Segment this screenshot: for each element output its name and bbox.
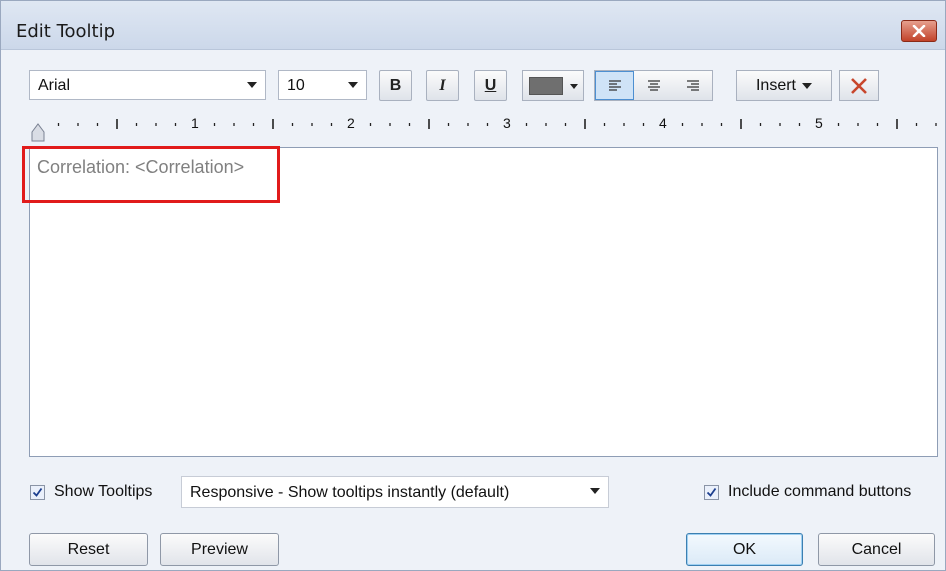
insert-label: Insert — [755, 76, 796, 94]
indent-marker-icon[interactable] — [31, 121, 45, 143]
insert-menu-button[interactable]: Insert — [736, 70, 832, 101]
align-center-button[interactable] — [634, 71, 673, 100]
ruler-ticks — [57, 119, 937, 129]
chevron-down-icon — [570, 84, 578, 89]
include-buttons-label: Include command buttons — [728, 483, 912, 500]
ruler-label: 3 — [503, 115, 511, 131]
chevron-down-icon — [348, 82, 358, 88]
color-swatch — [529, 77, 563, 95]
checkmark-icon — [706, 487, 717, 497]
show-tooltips-label: Show Tooltips — [54, 483, 153, 500]
dialog-title: Edit Tooltip — [16, 21, 116, 42]
reset-button[interactable]: Reset — [29, 533, 148, 566]
ruler-label: 4 — [659, 115, 667, 131]
tooltip-mode-select[interactable]: Responsive - Show tooltips instantly (de… — [181, 476, 609, 508]
delete-x-icon — [851, 77, 867, 94]
preview-button[interactable]: Preview — [160, 533, 279, 566]
underline-button[interactable]: U — [474, 70, 507, 101]
tooltip-mode-value: Responsive - Show tooltips instantly (de… — [190, 484, 510, 501]
tooltip-editor[interactable]: Correlation: <Correlation> — [29, 147, 938, 457]
chevron-down-icon — [802, 82, 812, 89]
show-tooltips-checkbox-row[interactable]: Show Tooltips — [30, 483, 152, 501]
close-button[interactable] — [901, 20, 937, 42]
alignment-group — [594, 70, 713, 101]
title-bar[interactable]: Edit Tooltip — [1, 1, 945, 50]
align-right-icon — [686, 79, 699, 91]
clear-formatting-button[interactable] — [839, 70, 879, 101]
edit-tooltip-dialog: Edit Tooltip Arial 10 B I U Insert 1 2 3… — [0, 0, 946, 571]
text-color-button[interactable] — [522, 70, 584, 101]
chevron-down-icon — [590, 488, 600, 494]
ruler: 1 2 3 4 5 — [31, 112, 939, 144]
chevron-down-icon — [247, 82, 257, 88]
tooltip-text[interactable]: Correlation: <Correlation> — [37, 157, 244, 178]
include-buttons-checkbox[interactable] — [704, 484, 719, 500]
ok-button[interactable]: OK — [686, 533, 803, 566]
ruler-label: 5 — [815, 115, 823, 131]
ruler-label: 1 — [191, 115, 199, 131]
font-size-select[interactable]: 10 — [278, 70, 367, 100]
align-right-button[interactable] — [673, 71, 712, 100]
font-family-select[interactable]: Arial — [29, 70, 266, 100]
include-buttons-checkbox-row[interactable]: Include command buttons — [704, 483, 911, 501]
cancel-button[interactable]: Cancel — [818, 533, 935, 566]
bold-button[interactable]: B — [379, 70, 412, 101]
align-left-button[interactable] — [595, 71, 634, 100]
italic-button[interactable]: I — [426, 70, 459, 101]
checkmark-icon — [32, 487, 43, 497]
align-center-icon — [647, 79, 660, 91]
show-tooltips-checkbox[interactable] — [30, 484, 45, 500]
font-size-value: 10 — [287, 77, 305, 94]
close-icon — [912, 25, 926, 37]
font-family-value: Arial — [38, 77, 71, 94]
align-left-icon — [608, 79, 621, 91]
ruler-label: 2 — [347, 115, 355, 131]
